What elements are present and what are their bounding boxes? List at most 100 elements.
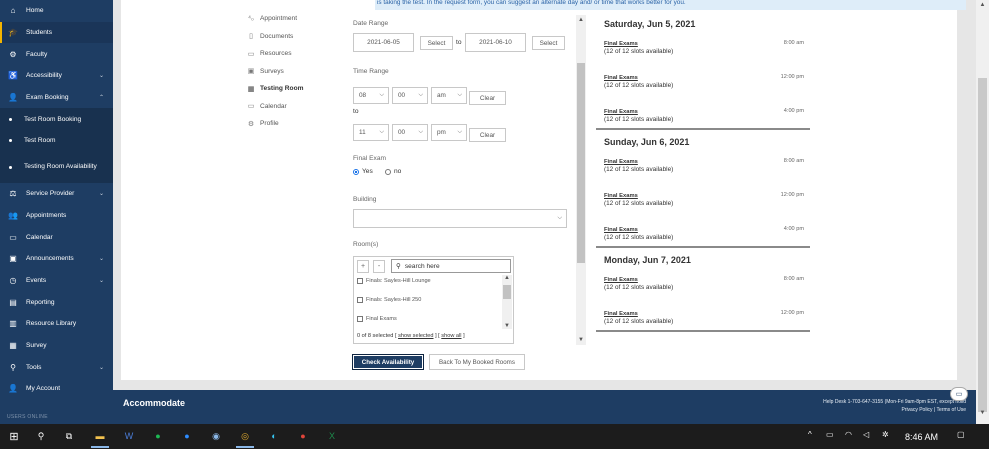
start-hour-value: 08	[359, 92, 367, 99]
search-icon[interactable]: ⚲	[34, 429, 48, 443]
sidebar-item[interactable]: ◷ Events ⌄	[0, 270, 113, 292]
profile-nav-item[interactable]: ▭ Resources	[246, 45, 303, 63]
profile-nav-item[interactable]: ▭ Calendar	[246, 98, 303, 116]
slot-link[interactable]: Final Exams	[604, 276, 804, 284]
app-icon[interactable]: ●	[296, 429, 310, 443]
time-slot: Final Exams (12 of 12 slots available) 8:0…	[604, 276, 804, 292]
building-select[interactable]: ⌵	[353, 209, 567, 228]
room-option[interactable]: Final Exams	[357, 316, 397, 322]
sidebar-item[interactable]: ⌂ Home	[0, 0, 113, 22]
sidebar-item[interactable]: ▭ Calendar	[0, 226, 113, 248]
end-time-clear-button[interactable]: Clear	[469, 128, 506, 142]
slot-link[interactable]: Final Exams	[604, 192, 804, 200]
check-availability-button[interactable]: Check Availability	[352, 354, 424, 370]
sidebar-item[interactable]: 👥 Appointments	[0, 205, 113, 227]
page-scrollbar[interactable]: ▲ ▼	[976, 0, 989, 424]
spotify-icon[interactable]: ●	[151, 429, 165, 443]
scroll-down-icon[interactable]: ▼	[502, 323, 512, 329]
remove-room-button[interactable]: -	[373, 260, 385, 273]
profile-nav-label: Documents	[260, 32, 294, 40]
scroll-thumb[interactable]	[503, 285, 511, 299]
zoom-icon[interactable]: ●	[180, 429, 194, 443]
task-view-icon[interactable]: ⧉	[62, 429, 76, 443]
sidebar-item[interactable]: ⚲ Tools ⌄	[0, 356, 113, 378]
windows-start-icon[interactable]: ⊞	[7, 429, 21, 443]
word-icon[interactable]: W	[122, 429, 136, 443]
profile-nav-item[interactable]: ⚙ Profile	[246, 115, 303, 133]
sidebar-item[interactable]: ▦ Survey	[0, 335, 113, 357]
sidebar-item[interactable]: ♿ Accessibility ⌄	[0, 65, 113, 87]
end-ampm-select[interactable]: pm ⌵	[431, 124, 467, 141]
end-hour-select[interactable]: 11 ⌵	[353, 124, 389, 141]
chevron-up-icon[interactable]: ^	[808, 430, 812, 439]
scroll-down-icon[interactable]: ▼	[576, 337, 586, 343]
sidebar-item[interactable]: ▤ Reporting	[0, 291, 113, 313]
sidebar-item[interactable]: ⚙ Faculty	[0, 43, 113, 65]
form-scrollbar[interactable]: ▲ ▼	[576, 15, 586, 345]
sidebar-item[interactable]: 🎓 Students	[0, 21, 113, 44]
profile-nav-item[interactable]: ⁴₀ Appointment	[246, 10, 303, 28]
calendar-icon: ▭	[247, 103, 255, 111]
room-search-input[interactable]: ⚲ search here	[391, 259, 511, 273]
taskbar-clock[interactable]: 8:46 AM	[905, 432, 938, 442]
rooms-scrollbar[interactable]: ▲ ▼	[502, 275, 512, 329]
chat-icon[interactable]: ▭	[950, 387, 968, 401]
show-selected-link[interactable]: show selected	[398, 333, 433, 339]
scroll-up-icon[interactable]: ▲	[976, 2, 989, 8]
privacy-terms-links[interactable]: Privacy Policy | Terms of Use	[823, 406, 966, 414]
end-date-select-button[interactable]: Select	[532, 36, 565, 50]
scroll-thumb[interactable]	[978, 78, 987, 412]
faculty-icon: ⚙	[9, 49, 17, 59]
back-to-booked-rooms-button[interactable]: Back To My Booked Rooms	[429, 354, 525, 370]
volume-icon[interactable]: ◁	[863, 430, 869, 439]
start-hour-select[interactable]: 08 ⌵	[353, 87, 389, 104]
sidebar-item[interactable]: ▥ Resource Library	[0, 313, 113, 335]
end-date-input[interactable]: 2021-06-10	[465, 33, 526, 52]
slot-link[interactable]: Final Exams	[604, 74, 804, 82]
excel-icon[interactable]: X	[325, 429, 339, 443]
add-room-button[interactable]: +	[357, 260, 369, 273]
notifications-icon[interactable]: ▢	[957, 430, 965, 439]
app-icon[interactable]: ◉	[209, 429, 223, 443]
room-option[interactable]: Finals: Sayles-Hill 250	[357, 297, 421, 303]
sidebar-item[interactable]: Test Room Booking	[0, 108, 113, 131]
testing-room-icon: ▦	[247, 85, 255, 93]
sidebar-item[interactable]: 👤 Exam Booking ⌃	[0, 87, 113, 109]
battery-icon[interactable]: ▭	[826, 430, 834, 439]
slot-link[interactable]: Final Exams	[604, 108, 804, 116]
slot-link[interactable]: Final Exams	[604, 310, 804, 318]
scroll-up-icon[interactable]: ▲	[576, 17, 586, 23]
scroll-up-icon[interactable]: ▲	[502, 275, 512, 281]
end-minute-select[interactable]: 00 ⌵	[392, 124, 428, 141]
slot-link[interactable]: Final Exams	[604, 158, 804, 166]
slot-link[interactable]: Final Exams	[604, 40, 804, 48]
scroll-down-icon[interactable]: ▼	[976, 410, 989, 416]
wifi-icon[interactable]: ◠	[845, 430, 852, 439]
room-option[interactable]: Finals: Sayles-Hill Lounge	[357, 278, 431, 284]
final-exam-yes-radio[interactable]: Yes	[353, 168, 373, 175]
final-exam-no-radio[interactable]: no	[385, 168, 401, 175]
start-minute-select[interactable]: 00 ⌵	[392, 87, 428, 104]
sidebar-item-label: Faculty	[26, 50, 48, 58]
start-time-clear-button[interactable]: Clear	[469, 91, 506, 105]
chrome-icon[interactable]: ◎	[236, 429, 254, 448]
slot-link[interactable]: Final Exams	[604, 226, 804, 234]
profile-nav-item[interactable]: ▯ Documents	[246, 28, 303, 46]
sidebar-item[interactable]: ⚖ Service Provider ⌄	[0, 183, 113, 205]
sidebar-item[interactable]: 👤 My Account	[0, 378, 113, 400]
edge-icon[interactable]: ◐	[267, 429, 281, 443]
start-date-input[interactable]: 2021-06-05	[353, 33, 414, 52]
sidebar-item[interactable]: ▣ Announcements ⌄	[0, 248, 113, 270]
scroll-thumb[interactable]	[577, 63, 585, 263]
network-icon[interactable]: ✲	[882, 430, 889, 439]
start-date-select-button[interactable]: Select	[420, 36, 453, 50]
chevron-down-icon: ⌵	[379, 129, 384, 135]
sidebar-item[interactable]: Testing Room Availability	[0, 151, 113, 183]
start-ampm-select[interactable]: am ⌵	[431, 87, 467, 104]
show-all-link[interactable]: show all	[441, 333, 461, 339]
file-explorer-icon[interactable]: ▬	[91, 429, 109, 448]
profile-nav-item[interactable]: ▦ Testing Room	[246, 80, 304, 98]
sidebar-item[interactable]: Test Room	[0, 130, 113, 152]
slot-time: 12:00 pm	[780, 310, 804, 316]
profile-nav-item[interactable]: ▣ Surveys	[246, 63, 303, 81]
